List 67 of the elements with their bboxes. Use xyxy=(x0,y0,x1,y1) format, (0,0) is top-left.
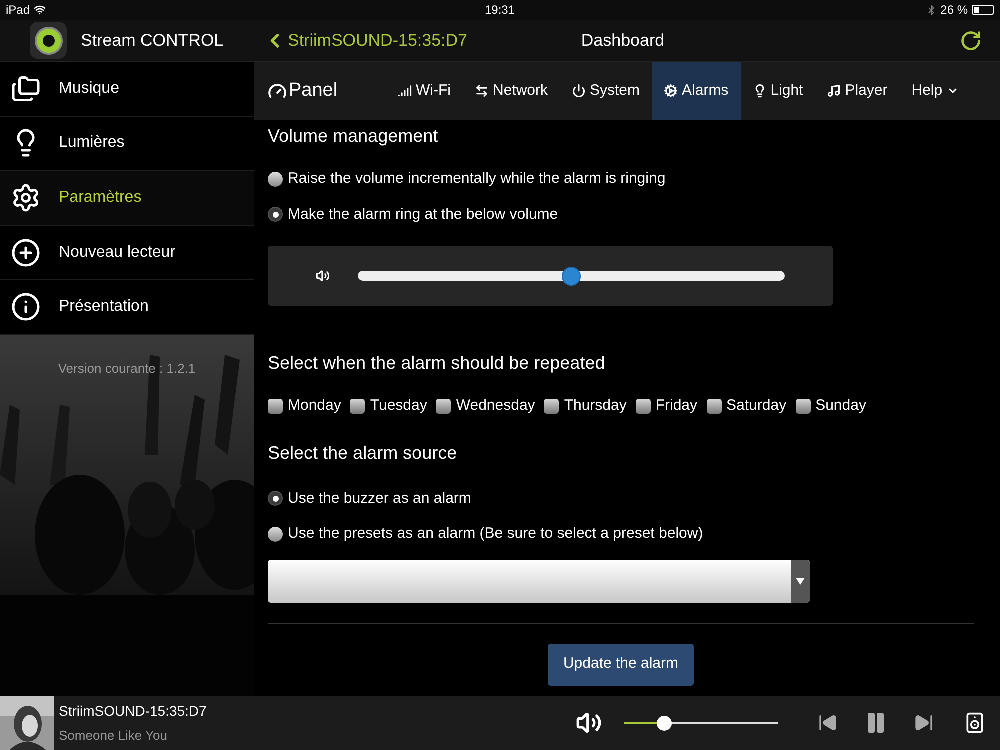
day-label: Saturday xyxy=(726,396,787,416)
radio-label: Raise the volume incrementally while the alarm is ringing xyxy=(288,169,666,189)
day-label: Friday xyxy=(656,396,698,416)
radio-button[interactable] xyxy=(268,172,283,187)
app-name: Stream CONTROL xyxy=(81,30,224,52)
folders-icon xyxy=(11,74,41,104)
nav-tab[interactable]: Alarms xyxy=(652,62,741,120)
day-label: Sunday xyxy=(816,396,866,416)
settings-icon xyxy=(11,182,41,213)
bluetooth-icon xyxy=(926,4,937,16)
wifi-icon xyxy=(34,4,46,16)
arrows-icon xyxy=(474,84,489,98)
clock: 19:31 xyxy=(484,2,515,19)
speaker-icon xyxy=(316,269,330,283)
plus-circle-icon xyxy=(11,238,41,268)
device-name: iPad xyxy=(6,2,30,19)
radio-label: Use the buzzer as an alarm xyxy=(288,488,472,508)
radio-label: Use the presets as an alarm (Be sure to select a preset below) xyxy=(288,524,704,544)
section-heading: Select when the alarm should be repeated xyxy=(268,352,606,375)
day-label: Monday xyxy=(288,396,342,416)
music-icon xyxy=(827,84,842,98)
slider-thumb[interactable] xyxy=(562,266,581,286)
previous-icon[interactable] xyxy=(818,713,838,733)
track-title: Someone Like You xyxy=(59,726,168,745)
speaker-device-icon[interactable] xyxy=(964,712,986,734)
section-heading: Select the alarm source xyxy=(268,442,458,464)
next-icon[interactable] xyxy=(914,713,934,733)
day-label: Tuesday xyxy=(370,396,428,416)
sidebar-item[interactable]: Paramètres xyxy=(0,171,254,226)
battery-percent: 26 % xyxy=(940,2,968,19)
checkbox[interactable] xyxy=(706,398,722,414)
page-title: Dashboard xyxy=(581,30,665,52)
day-label: Thursday xyxy=(564,396,627,416)
update-button[interactable]: Update the alarm xyxy=(548,644,694,686)
nav-tab[interactable]: Network xyxy=(462,62,560,120)
gauge-icon xyxy=(268,82,287,100)
radio-button[interactable] xyxy=(268,207,283,222)
volume-icon[interactable] xyxy=(576,710,602,736)
section-heading: Volume management xyxy=(268,125,440,148)
checkbox[interactable] xyxy=(268,398,283,414)
brand-label: Panel xyxy=(289,78,338,103)
radio-button[interactable] xyxy=(268,526,283,542)
radio-button[interactable] xyxy=(268,491,283,506)
refresh-icon[interactable] xyxy=(960,30,982,52)
sidebar-item[interactable]: Musique xyxy=(0,62,254,117)
checkbox[interactable] xyxy=(350,398,366,414)
back-button[interactable]: StriimSOUND-15:35:D7 xyxy=(264,28,468,54)
caret-icon xyxy=(796,578,805,584)
signal-icon xyxy=(398,84,412,98)
info-icon xyxy=(11,292,41,322)
checkbox[interactable] xyxy=(436,398,452,414)
nav-tab[interactable]: System xyxy=(560,62,652,120)
battery-icon xyxy=(972,5,994,15)
checkbox[interactable] xyxy=(544,398,560,414)
radio-label: Make the alarm ring at the below volume xyxy=(288,204,558,224)
checkbox[interactable] xyxy=(636,398,651,414)
nav-tab[interactable]: Wi-Fi xyxy=(386,62,463,120)
checkbox[interactable] xyxy=(796,398,811,414)
track-device: StriimSOUND-15:35:D7 xyxy=(59,702,207,721)
nav-tab[interactable]: Help xyxy=(900,62,971,120)
nav-tab[interactable]: Player xyxy=(815,62,900,120)
nav-tab[interactable]: Light xyxy=(740,62,816,120)
volume-thumb[interactable] xyxy=(656,716,672,730)
preset-select[interactable] xyxy=(268,560,810,602)
power-icon xyxy=(572,84,586,98)
sidebar-item[interactable]: Nouveau lecteur xyxy=(0,226,254,280)
day-label: Wednesday xyxy=(456,396,536,416)
